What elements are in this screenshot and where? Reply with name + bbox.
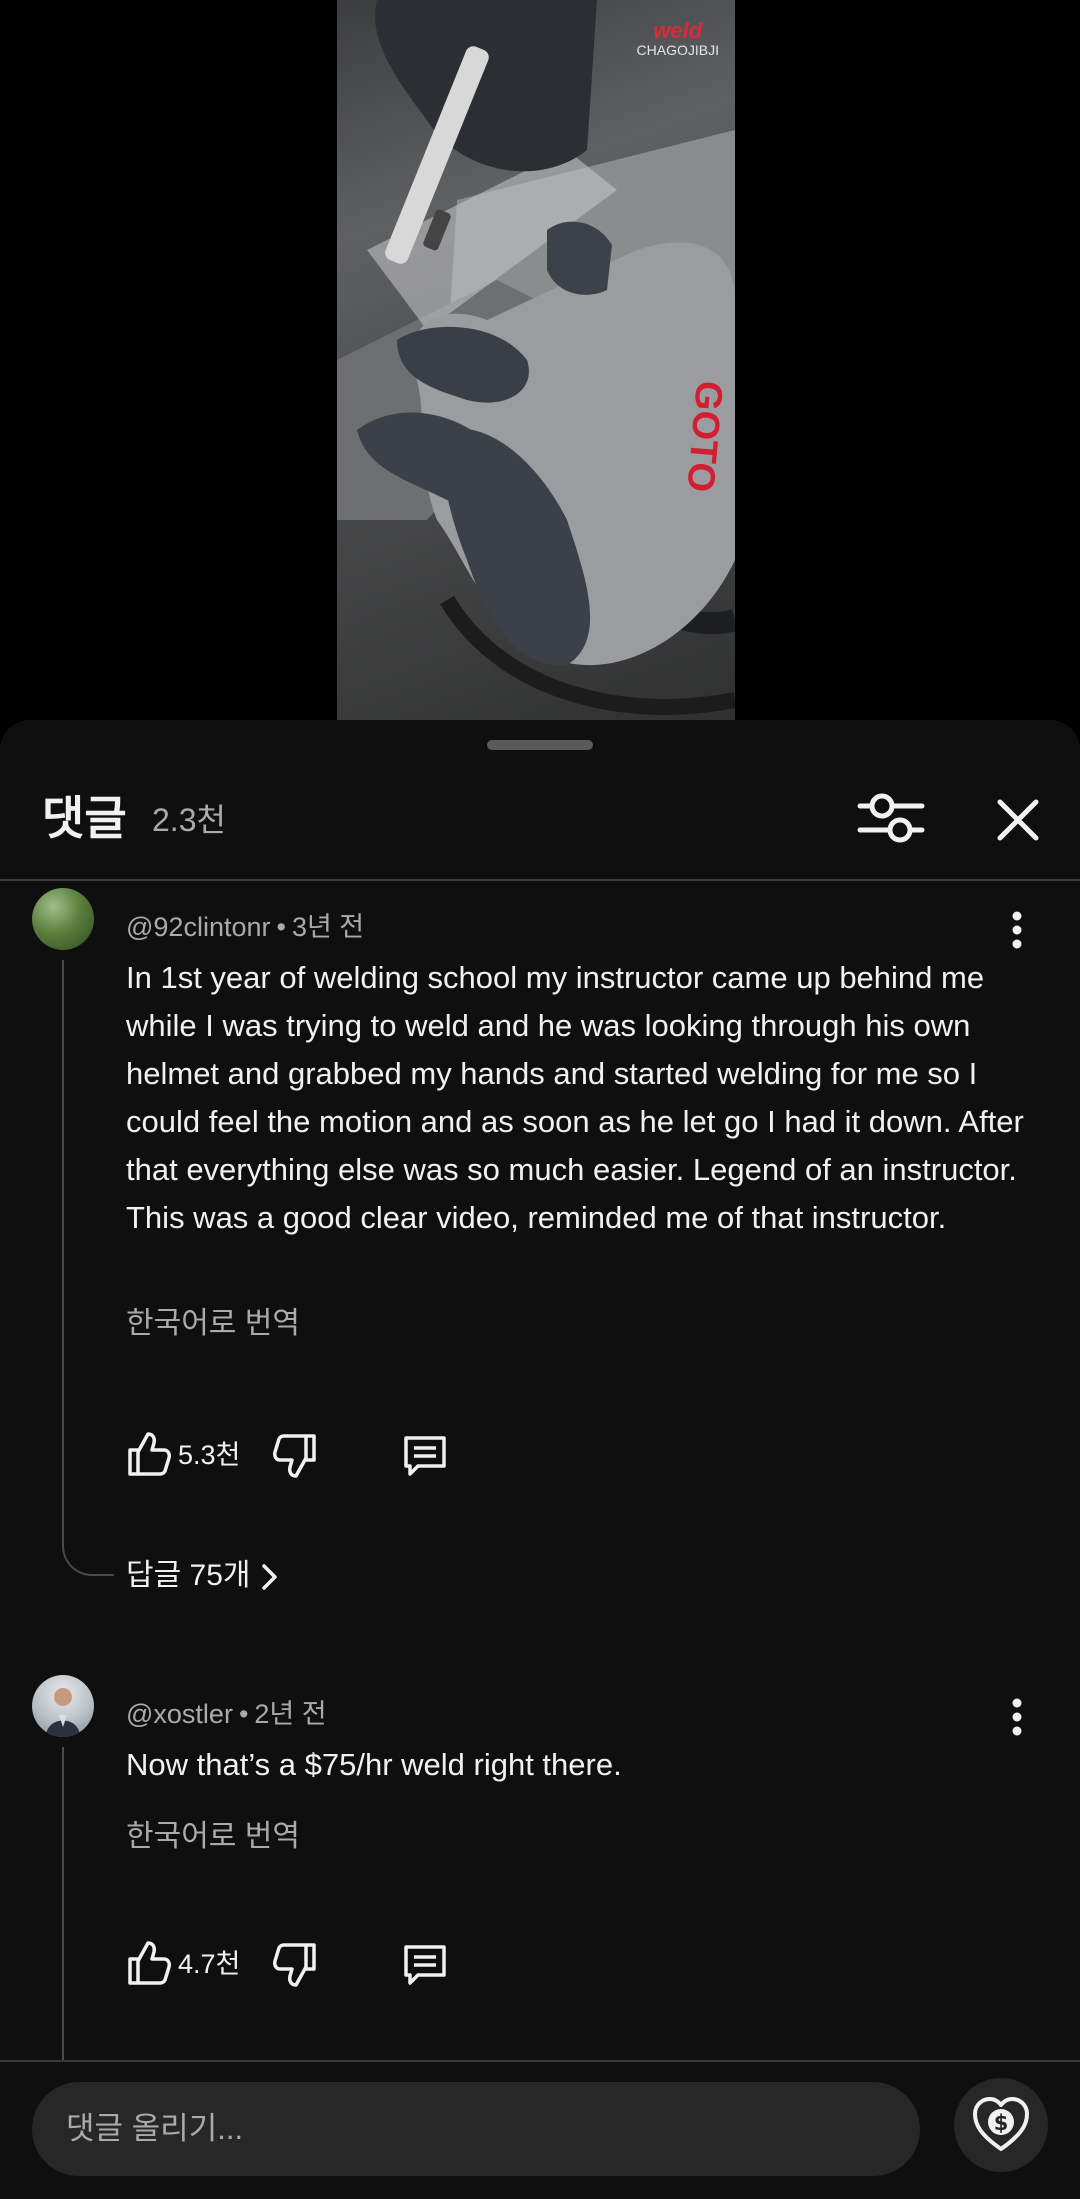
comment-meta: @xostler • 2년 전 — [126, 1699, 327, 1729]
translate-link[interactable]: 한국어로 번역 — [126, 1304, 300, 1344]
super-thanks-heart-dollar-icon: $ — [973, 2097, 1029, 2151]
sliders-icon — [857, 793, 925, 843]
comment-meta: @92clintonr • 3년 전 — [126, 912, 365, 942]
comments-sheet: 댓글 2.3천 @92clintonr • 3년 전 In 1st year o… — [0, 720, 1080, 2199]
add-comment-input[interactable] — [32, 2082, 920, 2176]
comment-text: In 1st year of welding school my instruc… — [126, 960, 1024, 1235]
sort-filter-button[interactable] — [856, 788, 926, 848]
thumbs-down-icon — [273, 1434, 316, 1478]
header-divider — [0, 879, 1080, 881]
thumbs-down-icon — [273, 1943, 316, 1987]
view-replies-button[interactable]: 답글 75개 — [126, 1556, 281, 1596]
thumbs-up-icon — [128, 1941, 171, 1985]
comments-count: 2.3천 — [152, 802, 226, 838]
like-count: 5.3천 — [178, 1440, 241, 1470]
comments-header: 댓글 2.3천 — [0, 760, 1080, 880]
more-vertical-icon — [1012, 911, 1022, 949]
reply-button[interactable] — [402, 1432, 448, 1478]
comment-author[interactable]: @xostler — [126, 1699, 233, 1729]
comment-author[interactable]: @92clintonr — [126, 912, 270, 942]
thread-connector — [62, 1747, 114, 2077]
close-icon — [997, 799, 1039, 841]
comment-thread: @xostler • 2년 전 Now that’s a $75/hr weld r… — [0, 1675, 1080, 2077]
like-button[interactable] — [126, 1430, 172, 1478]
comment-actions: 5.3천 — [126, 1430, 526, 1482]
comment-thread: @92clintonr • 3년 전 In 1st year of welding … — [0, 888, 1080, 1768]
like-button[interactable] — [126, 1939, 172, 1987]
watermark-brand: weld — [653, 18, 703, 43]
comment-more-button[interactable] — [1000, 908, 1034, 952]
video-thumbnail-image: GOTO — [337, 0, 735, 715]
comment-composer: $ — [0, 2062, 1080, 2199]
like-count: 4.7천 — [178, 1949, 241, 1979]
comment-time: 2년 전 — [254, 1699, 327, 1729]
avatar[interactable] — [32, 1675, 94, 1737]
comments-title: 댓글 — [42, 792, 127, 844]
svg-text:$: $ — [994, 2111, 1009, 2135]
watermark-subtext: CHAGOJIBJI — [636, 42, 719, 58]
comment-actions: 4.7천 — [126, 1939, 526, 1991]
avatar[interactable] — [32, 888, 94, 950]
reply-button[interactable] — [402, 1941, 448, 1987]
comment-icon — [404, 1436, 446, 1476]
super-thanks-button[interactable]: $ — [954, 2078, 1048, 2172]
translate-link[interactable]: 한국어로 번역 — [126, 1817, 300, 1857]
comment-icon — [404, 1945, 446, 1985]
video-player[interactable]: GOTO weld CHAGOJIBJI — [0, 0, 1080, 720]
chevron-right-icon — [261, 1564, 277, 1590]
comment-more-button[interactable] — [1000, 1695, 1034, 1739]
thumbs-up-icon — [128, 1432, 171, 1476]
dislike-button[interactable] — [272, 1941, 318, 1989]
comment-text: Now that’s a $75/hr weld right there. — [126, 1747, 622, 1782]
thread-connector — [62, 960, 114, 1576]
dislike-button[interactable] — [272, 1432, 318, 1480]
close-comments-button[interactable] — [988, 790, 1048, 850]
video-frame[interactable]: GOTO weld CHAGOJIBJI — [337, 0, 735, 720]
video-watermark: weld CHAGOJIBJI — [636, 18, 719, 59]
screen: GOTO weld CHAGOJIBJI 댓글 2.3천 @92clintonr… — [0, 0, 1080, 2199]
avatar-person-image — [46, 1688, 80, 1737]
more-vertical-icon — [1012, 1698, 1022, 1736]
comment-time: 3년 전 — [291, 912, 365, 942]
replies-count: 답글 75개 — [126, 1559, 251, 1592]
drag-handle[interactable] — [487, 740, 593, 750]
